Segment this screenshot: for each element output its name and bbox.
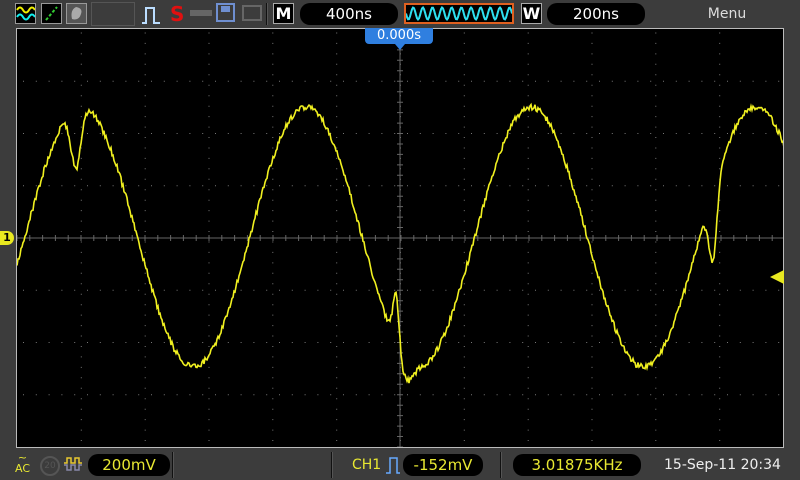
pulse-icon[interactable]: [140, 5, 162, 29]
coupling-label: AC: [15, 462, 30, 475]
empty-slot: [91, 2, 135, 26]
trigger-level[interactable]: -152mV: [403, 454, 483, 476]
dual-wave-icon[interactable]: [15, 3, 36, 24]
window-timebase-label: W: [521, 3, 542, 24]
single-s-icon[interactable]: S: [170, 2, 184, 26]
printer-icon: [242, 5, 262, 21]
persist-icon[interactable]: [66, 3, 87, 24]
ac-coupling-icon: ~ AC: [15, 452, 30, 474]
save-disk-icon[interactable]: [216, 3, 235, 22]
main-timebase-label: M: [273, 3, 294, 24]
main-timebase-value[interactable]: 400ns: [300, 3, 398, 25]
toolbar-divider: [266, 3, 268, 25]
bandwidth-limit-icon: 20: [40, 456, 60, 476]
trigger-level-marker[interactable]: [770, 270, 784, 284]
key-icon: [190, 10, 212, 16]
window-overview[interactable]: [404, 3, 514, 24]
rising-edge-icon: [385, 455, 401, 479]
invert-icon: [63, 456, 83, 476]
menu-button[interactable]: Menu: [690, 6, 764, 22]
status-divider: [500, 452, 502, 478]
status-divider: [331, 452, 333, 478]
volts-per-div[interactable]: 200mV: [88, 454, 170, 476]
trigger-source[interactable]: CH1: [352, 457, 381, 473]
graticule: [17, 29, 783, 447]
datetime: 15-Sep-11 20:34: [664, 457, 781, 473]
window-timebase-value[interactable]: 200ns: [547, 3, 645, 25]
trigger-position-marker[interactable]: 0.000s: [365, 28, 433, 44]
status-divider: [172, 452, 174, 478]
xy-mode-icon[interactable]: [41, 3, 62, 24]
channel1-marker[interactable]: 1: [0, 231, 14, 245]
waveform-display[interactable]: [16, 28, 784, 448]
frequency-readout: 3.01875KHz: [513, 454, 641, 476]
trigger-arrow-icon: [395, 44, 405, 50]
